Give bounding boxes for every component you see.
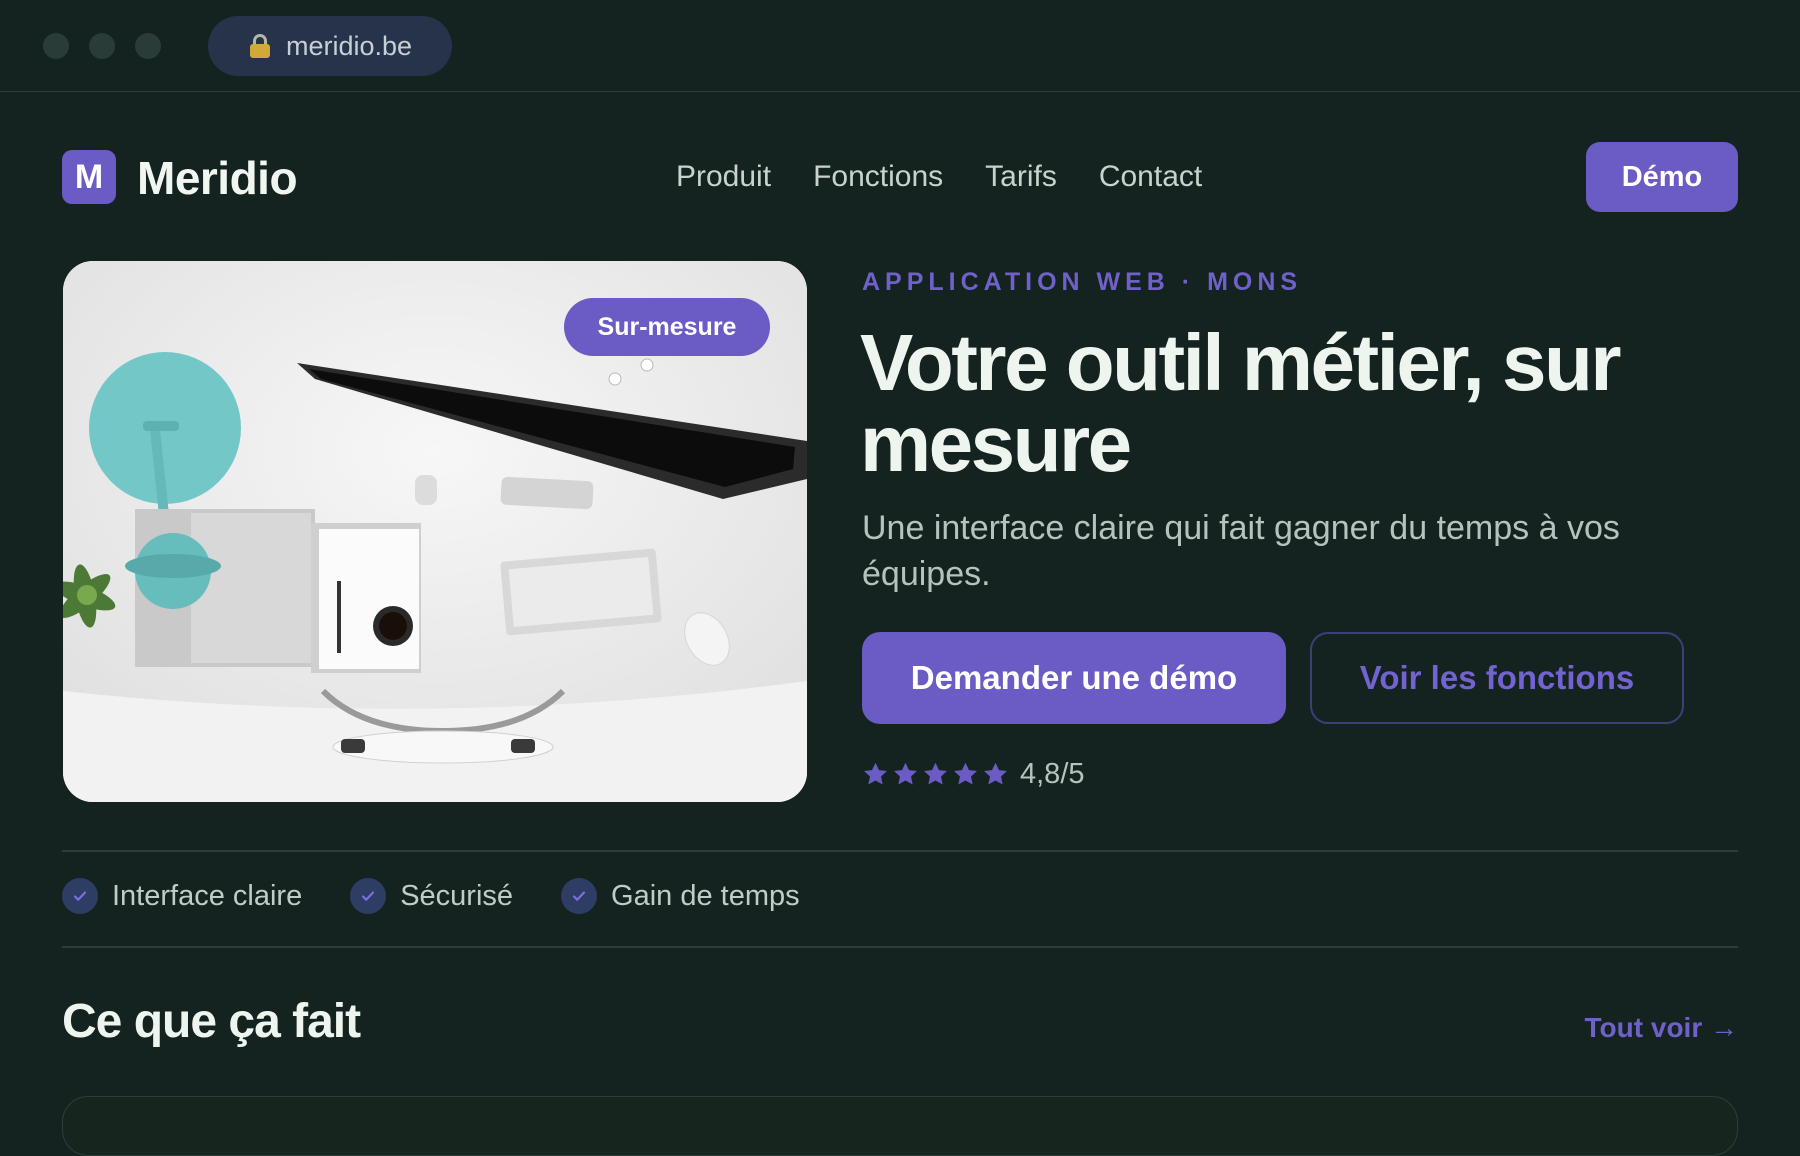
window-minimize-dot[interactable] (89, 33, 115, 59)
feature-label: Gain de temps (611, 879, 800, 912)
section-title: Ce que ça fait (62, 995, 361, 1048)
star-icon (984, 762, 1007, 785)
feature-label: Sécurisé (400, 879, 514, 912)
feature-list: Interface claire Sécurisé Gain de temps (62, 878, 848, 914)
site-header: M Meridio Produit Fonctions Tarifs Conta… (62, 142, 1738, 212)
hero-headline: Votre outil métier, sur mesure (860, 318, 1621, 488)
nav-link-fonctions[interactable]: Fonctions (813, 160, 943, 194)
nav-link-contact[interactable]: Contact (1099, 160, 1202, 194)
star-icon (924, 762, 947, 785)
divider (62, 850, 1738, 852)
feature-label: Interface claire (112, 879, 303, 912)
main-nav: Produit Fonctions Tarifs Contact (676, 160, 1202, 194)
window-close-dot[interactable] (43, 33, 69, 59)
logo-badge[interactable]: M (62, 150, 116, 204)
see-all-link[interactable]: Tout voir → (1585, 1012, 1738, 1044)
rating-value: 4,8/5 (1020, 758, 1085, 790)
address-url: meridio.be (286, 30, 413, 61)
request-demo-button[interactable]: Demander une démo (862, 632, 1286, 724)
divider (62, 946, 1738, 948)
address-bar[interactable]: meridio.be (208, 16, 452, 76)
feature-card (62, 1096, 1738, 1156)
browser-chrome: meridio.be (0, 0, 1800, 92)
star-icon (954, 762, 977, 785)
check-icon (350, 878, 387, 914)
lock-icon (250, 34, 270, 58)
hero-eyebrow: APPLICATION WEB · MONS (862, 268, 1303, 296)
window-maximize-dot[interactable] (135, 33, 161, 59)
check-icon (62, 878, 98, 914)
see-features-button[interactable]: Voir les fonctions (1310, 632, 1684, 724)
brand-name[interactable]: Meridio (137, 151, 298, 205)
rating: 4,8/5 (862, 758, 1085, 791)
nav-link-produit[interactable]: Produit (676, 160, 771, 194)
feature-item: Gain de temps (561, 878, 800, 914)
image-badge: Sur-mesure (564, 298, 770, 356)
feature-item: Interface claire (62, 878, 302, 914)
hero-subline: Une interface claire qui fait gagner du … (862, 509, 1620, 593)
check-icon (561, 878, 598, 914)
nav-link-tarifs[interactable]: Tarifs (985, 160, 1057, 194)
rating-stars (862, 761, 1009, 788)
demo-button[interactable]: Démo (1586, 142, 1738, 212)
star-icon (894, 762, 917, 785)
feature-item: Sécurisé (350, 878, 513, 914)
star-icon (864, 762, 887, 785)
